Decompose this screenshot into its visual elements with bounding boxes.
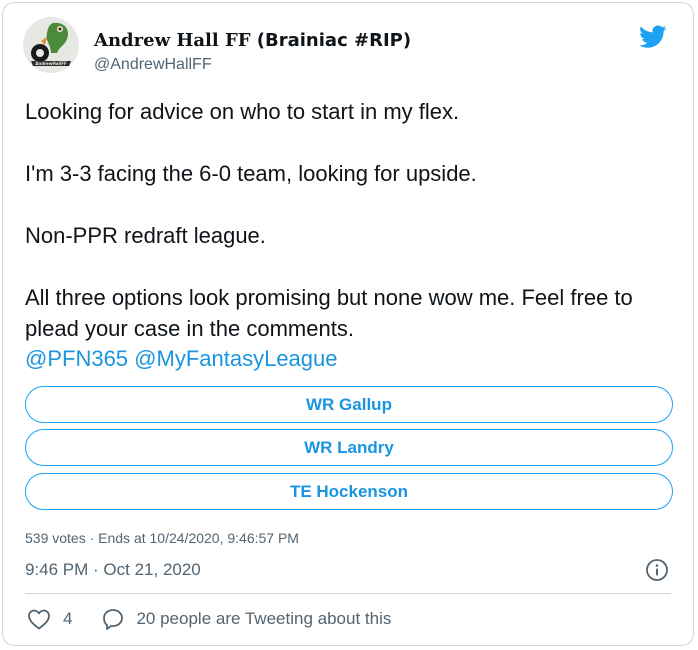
- author-handle[interactable]: @AndrewHallFF: [94, 56, 212, 74]
- poll-option-3[interactable]: TE Hockenson: [25, 473, 673, 510]
- mentions-line: @PFN365 @MyFantasyLeague: [25, 344, 675, 375]
- info-icon[interactable]: [645, 558, 669, 582]
- heart-icon[interactable]: [27, 608, 51, 630]
- avatar[interactable]: AndrewHallFF: [23, 17, 79, 73]
- avatar-text: AndrewHallFF: [35, 61, 67, 66]
- tweet-body: Looking for advice on who to start in my…: [25, 97, 675, 375]
- reply-bubble-icon[interactable]: [102, 608, 124, 630]
- twitter-bird-icon[interactable]: [639, 25, 667, 49]
- like-count[interactable]: 4: [63, 609, 72, 629]
- tweet-paragraph: Non-PPR redraft league.: [25, 223, 266, 248]
- poll-option-1[interactable]: WR Gallup: [25, 386, 673, 423]
- mention-link[interactable]: @MyFantasyLeague: [134, 346, 337, 371]
- mention-link[interactable]: @PFN365: [25, 346, 128, 371]
- tweet-paragraph: All three options look promising but non…: [25, 285, 633, 341]
- tweet-actions: 4 20 people are Tweeting about this: [27, 608, 391, 630]
- poll-option-2[interactable]: WR Landry: [25, 429, 673, 466]
- tweet-paragraph: I'm 3-3 facing the 6-0 team, looking for…: [25, 161, 477, 186]
- tweet-paragraph: Looking for advice on who to start in my…: [25, 99, 460, 124]
- author-name[interactable]: Andrew Hall FF (Brainiac #RIP): [94, 30, 411, 51]
- poll-meta: 539 votes · Ends at 10/24/2020, 9:46:57 …: [25, 530, 299, 546]
- display-name[interactable]: Andrew Hall FF: [94, 30, 251, 51]
- like-action[interactable]: 4: [27, 608, 72, 630]
- conversation-action[interactable]: 20 people are Tweeting about this: [102, 608, 391, 630]
- tweet-card: AndrewHallFF Andrew Hall FF (Brainiac #R…: [2, 2, 694, 646]
- divider: [25, 593, 671, 594]
- display-name-tag[interactable]: (Brainiac #RIP): [257, 30, 411, 51]
- tweet-timestamp[interactable]: 9:46 PM · Oct 21, 2020: [25, 560, 201, 580]
- conversation-text[interactable]: 20 people are Tweeting about this: [136, 609, 391, 629]
